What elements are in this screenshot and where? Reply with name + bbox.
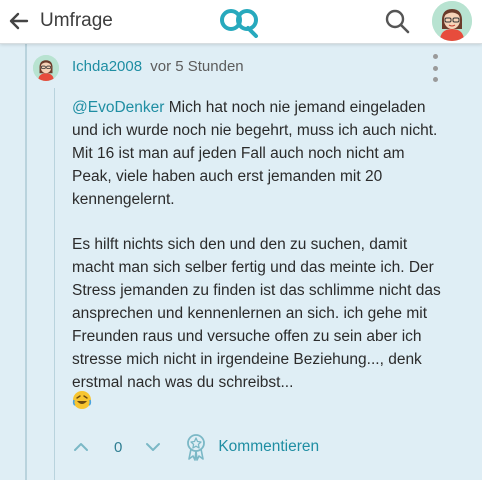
search-button[interactable] [384,8,410,39]
downvote-button[interactable] [144,438,162,456]
more-dot-icon [432,65,438,71]
top-bar: Umfrage [0,0,482,44]
comment-meta: Ichda2008 vor 5 Stunden [72,58,244,75]
comment-timestamp: vor 5 Stunden [150,58,244,75]
vote-count: 0 [114,438,123,456]
arrow-left-icon [9,12,29,30]
more-dot-icon [432,54,438,59]
comment-body: @EvoDenker Mich hat noch nie jemand eing… [72,96,444,416]
chevron-up-icon [74,443,88,451]
rofl-emoji-icon [72,390,92,415]
comment-paragraph: Es hilft nichts sich den und den zu such… [72,236,441,391]
award-icon [187,434,206,461]
chevron-down-icon [146,443,161,451]
comment-button-label: Kommentieren [218,438,320,455]
comment-button[interactable]: Kommentieren [184,433,319,461]
app-logo-icon[interactable] [218,6,260,43]
user-avatar-icon[interactable] [432,1,472,41]
comment-actions: 0 Kommentieren [72,432,319,462]
more-options-button[interactable] [428,54,442,82]
comment-username[interactable]: Ichda2008 [72,58,142,75]
thread-line [25,44,27,480]
reply-thread-line [54,88,55,480]
comment-avatar-icon[interactable] [33,55,59,81]
mention-link[interactable]: @EvoDenker [72,99,164,116]
page-title: Umfrage [40,10,113,31]
back-button[interactable]: Umfrage [8,6,113,36]
upvote-button[interactable] [72,438,90,456]
comment-paragraph: @EvoDenker Mich hat noch nie jemand eing… [72,96,444,211]
more-dot-icon [432,77,438,82]
search-icon [385,9,410,34]
